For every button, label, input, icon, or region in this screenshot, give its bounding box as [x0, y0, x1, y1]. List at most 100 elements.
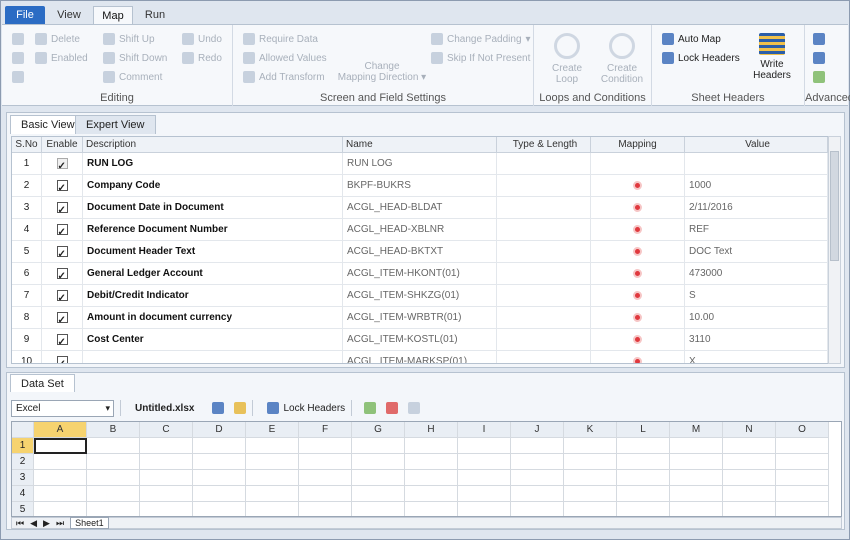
tab-expert-view[interactable]: Expert View [75, 115, 156, 134]
enabled-button[interactable]: Enabled [35, 52, 88, 64]
scroll-thumb[interactable] [830, 151, 839, 261]
spreadsheet-cell[interactable] [458, 502, 511, 516]
open-folder-icon[interactable] [234, 402, 247, 414]
spreadsheet-cell[interactable] [299, 486, 352, 502]
advanced-button-3[interactable] [813, 71, 825, 83]
pin-icon[interactable] [633, 312, 642, 322]
spreadsheet-cell[interactable] [193, 470, 246, 486]
spreadsheet-cell[interactable] [246, 470, 299, 486]
spreadsheet-cell[interactable] [776, 486, 829, 502]
column-header[interactable]: G [352, 422, 405, 438]
column-header[interactable]: O [776, 422, 829, 438]
col-description[interactable]: Description [83, 137, 343, 152]
table-row[interactable]: 3 Document Date in DocumentACGL_HEAD-BLDA… [12, 197, 833, 219]
spreadsheet-cell[interactable] [193, 486, 246, 502]
spreadsheet[interactable]: ABCDEFGHIJKLMNO 12345 [11, 421, 842, 517]
value-cell[interactable]: 473000 [685, 263, 828, 284]
advanced-button-1[interactable] [813, 33, 825, 45]
pin-icon[interactable] [633, 334, 642, 344]
column-header[interactable]: N [723, 422, 776, 438]
table-row[interactable]: 10 ACGL_ITEM-MARKSP(01) X [12, 351, 833, 363]
enable-checkbox[interactable] [56, 288, 68, 306]
enable-checkbox[interactable] [56, 156, 68, 174]
value-cell[interactable]: 10.00 [685, 307, 828, 328]
enable-checkbox[interactable] [56, 332, 68, 350]
undo-button[interactable]: Undo [182, 33, 222, 45]
value-cell[interactable]: DOC Text [685, 241, 828, 262]
row-header[interactable]: 1 [12, 438, 34, 454]
next-sheet-icon[interactable]: ▶ [43, 518, 50, 529]
spreadsheet-cell[interactable] [246, 438, 299, 454]
row-header[interactable]: 4 [12, 486, 34, 502]
pin-icon[interactable] [633, 290, 642, 300]
enable-checkbox[interactable] [56, 200, 68, 218]
spreadsheet-cell[interactable] [564, 502, 617, 516]
pin-icon[interactable] [633, 224, 642, 234]
spreadsheet-cell[interactable] [34, 502, 87, 516]
spreadsheet-cell[interactable] [405, 486, 458, 502]
spreadsheet-cell[interactable] [34, 454, 87, 470]
source-select[interactable]: Excel [11, 399, 114, 417]
pin-icon[interactable] [633, 268, 642, 278]
spreadsheet-cell[interactable] [511, 502, 564, 516]
shift-down-button[interactable]: Shift Down [103, 52, 167, 64]
column-header[interactable]: M [670, 422, 723, 438]
value-cell[interactable]: 2/11/2016 [685, 197, 828, 218]
spreadsheet-cell[interactable] [776, 438, 829, 454]
tab-data-set[interactable]: Data Set [10, 374, 75, 392]
redo-button[interactable]: Redo [182, 52, 222, 64]
spreadsheet-cell[interactable] [405, 454, 458, 470]
tab-map[interactable]: Map [93, 6, 133, 25]
col-mapping[interactable]: Mapping [591, 137, 685, 152]
spreadsheet-cell[interactable] [511, 470, 564, 486]
value-cell[interactable]: 3110 [685, 329, 828, 350]
spreadsheet-cell[interactable] [776, 502, 829, 516]
spreadsheet-cell[interactable] [140, 502, 193, 516]
write-headers-button[interactable]: Write Headers [750, 33, 794, 81]
spreadsheet-cell[interactable] [140, 454, 193, 470]
table-row[interactable]: 5 Document Header TextACGL_HEAD-BKTXT DOC … [12, 241, 833, 263]
column-header[interactable]: B [87, 422, 140, 438]
spreadsheet-cell[interactable] [670, 438, 723, 454]
enable-checkbox[interactable] [56, 222, 68, 240]
create-loop-button[interactable]: Create Loop [542, 33, 592, 85]
spreadsheet-cell[interactable] [193, 502, 246, 516]
spreadsheet-cell[interactable] [617, 438, 670, 454]
pin-icon[interactable] [633, 202, 642, 212]
pin-icon[interactable] [633, 180, 642, 190]
table-row[interactable]: 1 RUN LOGRUN LOG [12, 153, 833, 175]
pin-icon[interactable] [633, 246, 642, 256]
column-header[interactable]: E [246, 422, 299, 438]
auto-map-button[interactable]: Auto Map [662, 33, 721, 45]
spreadsheet-cell[interactable] [87, 486, 140, 502]
add-transform-button[interactable]: Add Transform [243, 71, 325, 83]
change-mapping-direction-button[interactable]: Change Mapping Direction ▾ [333, 61, 431, 83]
col-enable[interactable]: Enable [42, 137, 83, 152]
prev-sheet-icon[interactable]: ◀ [30, 518, 37, 529]
column-header[interactable]: J [511, 422, 564, 438]
col-value[interactable]: Value [685, 137, 828, 152]
spreadsheet-cell[interactable] [87, 438, 140, 454]
tab-file[interactable]: File [5, 6, 45, 25]
spreadsheet-cell[interactable] [405, 502, 458, 516]
value-cell[interactable]: X [685, 351, 828, 363]
require-data-button[interactable]: Require Data [243, 33, 318, 45]
spreadsheet-cell[interactable] [34, 486, 87, 502]
skip-if-not-present-button[interactable]: Skip If Not Present [431, 52, 530, 64]
table-row[interactable]: 4 Reference Document NumberACGL_HEAD-XBLN… [12, 219, 833, 241]
enable-checkbox[interactable] [56, 266, 68, 284]
change-padding-button[interactable]: Change Padding ▾ [431, 33, 531, 45]
lock-headers-tool-button[interactable]: Lock Headers [267, 402, 345, 414]
delete-button[interactable]: Delete [35, 33, 80, 45]
enable-checkbox[interactable] [56, 310, 68, 328]
spreadsheet-cell[interactable] [617, 486, 670, 502]
spreadsheet-cell[interactable] [246, 454, 299, 470]
spreadsheet-cell[interactable] [140, 486, 193, 502]
spreadsheet-cell[interactable] [723, 486, 776, 502]
spreadsheet-cell[interactable] [670, 486, 723, 502]
value-cell[interactable] [685, 153, 828, 174]
spreadsheet-cell[interactable] [352, 502, 405, 516]
tab-run[interactable]: Run [137, 6, 173, 25]
value-cell[interactable]: S [685, 285, 828, 306]
spreadsheet-cell[interactable] [299, 502, 352, 516]
